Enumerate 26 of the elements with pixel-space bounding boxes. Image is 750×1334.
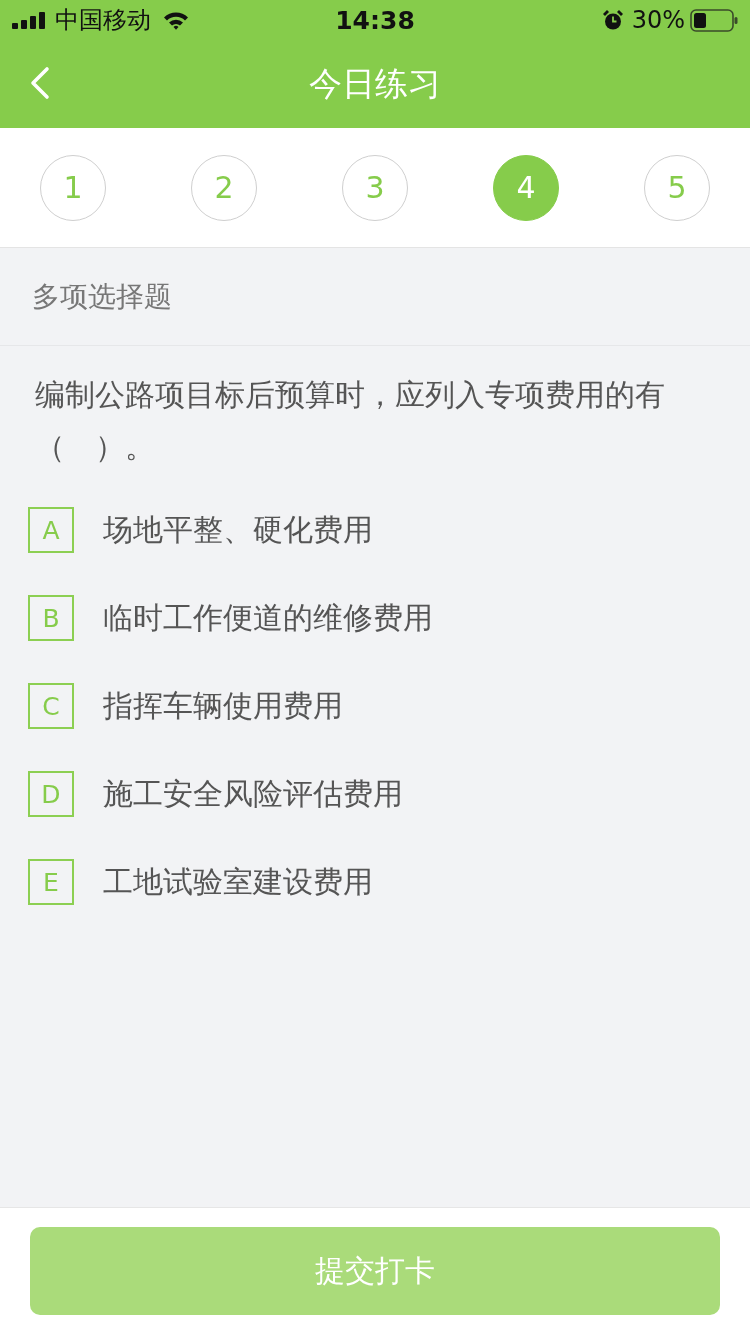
option-label[interactable]: 场地平整、硬化费用 bbox=[103, 510, 373, 550]
page-title: 今日练习 bbox=[309, 62, 441, 105]
question-number-tab[interactable]: 5 bbox=[644, 154, 710, 221]
option-checkbox[interactable]: D bbox=[28, 771, 74, 817]
option-checkbox[interactable]: C bbox=[28, 683, 74, 729]
chevron-left-icon bbox=[30, 66, 50, 100]
option-label[interactable]: 指挥车辆使用费用 bbox=[103, 686, 343, 726]
option-checkbox[interactable]: A bbox=[28, 507, 74, 553]
option-label[interactable]: 工地试验室建设费用 bbox=[103, 862, 373, 902]
battery-icon bbox=[690, 8, 738, 32]
question-number-tab[interactable]: 4 bbox=[493, 154, 559, 221]
question-number-tab[interactable]: 2 bbox=[191, 154, 257, 221]
option-checkbox[interactable]: B bbox=[28, 595, 74, 641]
question-text: 编制公路项目标后预算时，应列入专项费用的有（ ）。 bbox=[35, 376, 666, 466]
option-label[interactable]: 施工安全风险评估费用 bbox=[103, 774, 403, 814]
option-label[interactable]: 临时工作便道的维修费用 bbox=[103, 598, 433, 638]
signal-icon bbox=[12, 11, 46, 29]
question-type-label: 多项选择题 bbox=[32, 278, 172, 315]
question-number-tab[interactable]: 3 bbox=[342, 154, 408, 221]
alarm-clock-icon bbox=[601, 9, 624, 31]
battery-percent: 30% bbox=[631, 6, 685, 34]
option-checkbox[interactable]: E bbox=[28, 859, 74, 905]
carrier-name: 中国移动 bbox=[55, 6, 151, 34]
question-number-tab[interactable]: 1 bbox=[40, 154, 106, 221]
status-time: 14:38 bbox=[335, 5, 415, 35]
wifi-icon bbox=[163, 10, 189, 30]
